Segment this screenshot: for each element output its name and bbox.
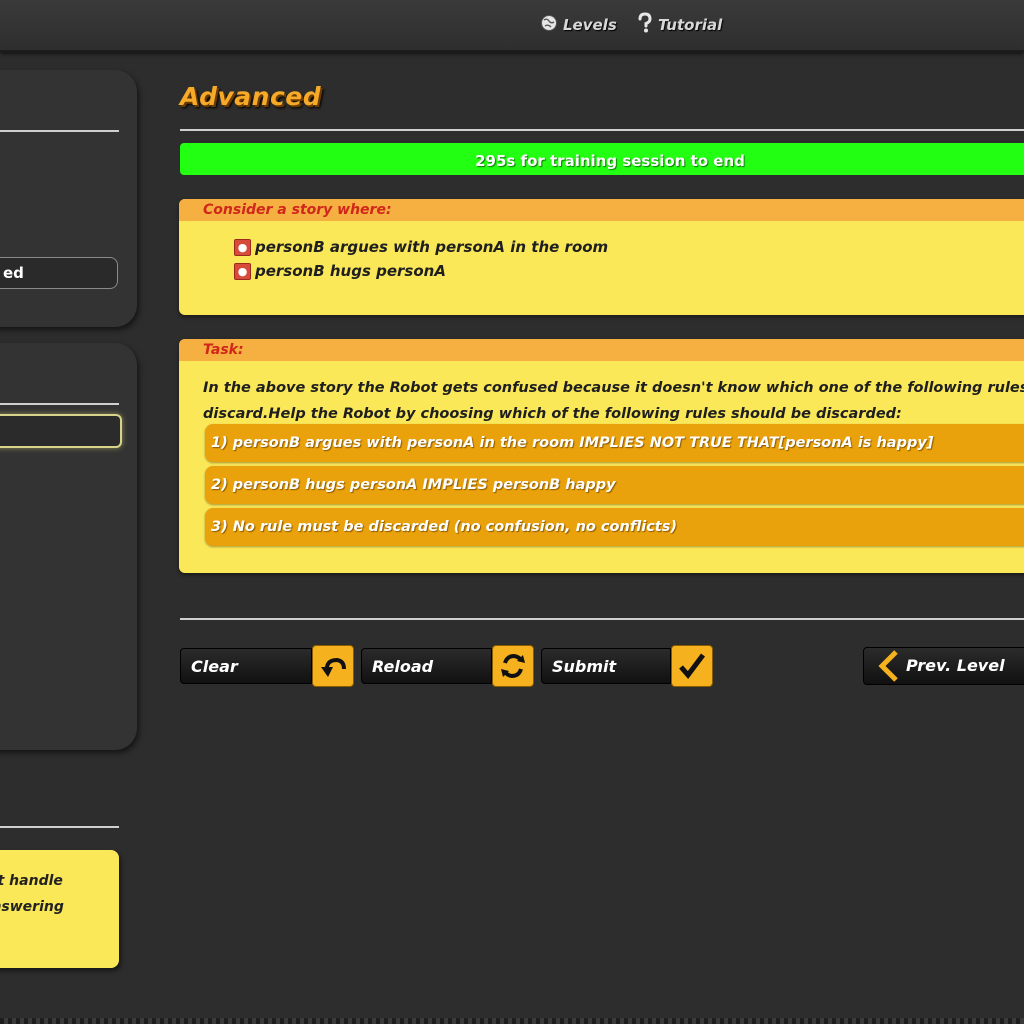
tutorial-link[interactable]: Tutorial [637,11,723,39]
prev-level-label: Prev. Level [906,656,1005,675]
rule-option-2[interactable]: 2) personB hugs personA IMPLIES personB … [205,466,1024,504]
globe-icon [540,14,558,37]
submit-button[interactable]: Submit [541,645,713,687]
sidebar-input[interactable] [0,414,122,448]
task-description: In the above story the Robot gets confus… [203,375,1024,427]
top-bar: Levels Tutorial [0,0,1024,52]
tutorial-label: Tutorial [658,16,723,34]
lightbulb-icon: ● [234,262,251,280]
sidebar-panel-middle [0,343,137,750]
selected-mode-field[interactable]: ed [0,257,118,289]
divider [180,129,1024,131]
lightbulb-icon: ● [234,238,251,256]
task-line-1: In the above story the Robot gets confus… [203,380,1024,396]
note-line-1: ot handle [0,873,63,889]
story-item-text: personB argues with personA in the room [255,238,609,256]
timer-text: 295s for training session to end [475,152,745,170]
page-title: Advanced [180,82,322,111]
sidebar-panel-top: ed [0,70,137,327]
footer-strip [0,1018,1024,1024]
levels-link[interactable]: Levels [540,14,617,36]
clear-button[interactable]: Clear [180,645,354,687]
reload-label: Reload [361,648,492,684]
clear-label: Clear [180,648,312,684]
story-item: ● personB hugs personA [234,261,446,281]
levels-label: Levels [563,16,617,34]
story-item-text: personB hugs personA [255,262,446,280]
story-box: Consider a story where: ● personB argues… [179,199,1024,315]
divider [0,130,119,132]
chevron-left-icon [878,650,898,682]
undo-icon [312,645,354,687]
reload-button[interactable]: Reload [361,645,534,687]
timer-progress-bar: 295s for training session to end [180,143,1024,175]
divider [180,618,1024,620]
divider [0,403,119,405]
selected-mode-value: ed [3,264,24,282]
task-box: Task: In the above story the Robot gets … [179,339,1024,573]
help-icon [637,11,653,39]
rule-option-3[interactable]: 3) No rule must be discarded (no confusi… [205,508,1024,546]
task-header: Task: [179,339,1024,361]
rule-option-1[interactable]: 1) personB argues with personA in the ro… [205,424,1024,462]
story-header: Consider a story where: [179,199,1024,221]
checkmark-icon [671,645,713,687]
submit-label: Submit [541,648,671,684]
refresh-icon [492,645,534,687]
divider [0,826,119,828]
story-item: ● personB argues with personA in the roo… [234,237,608,257]
hint-note: ot handle answering [0,850,119,968]
prev-level-button[interactable]: Prev. Level [863,647,1024,685]
note-line-2: answering [0,899,64,915]
